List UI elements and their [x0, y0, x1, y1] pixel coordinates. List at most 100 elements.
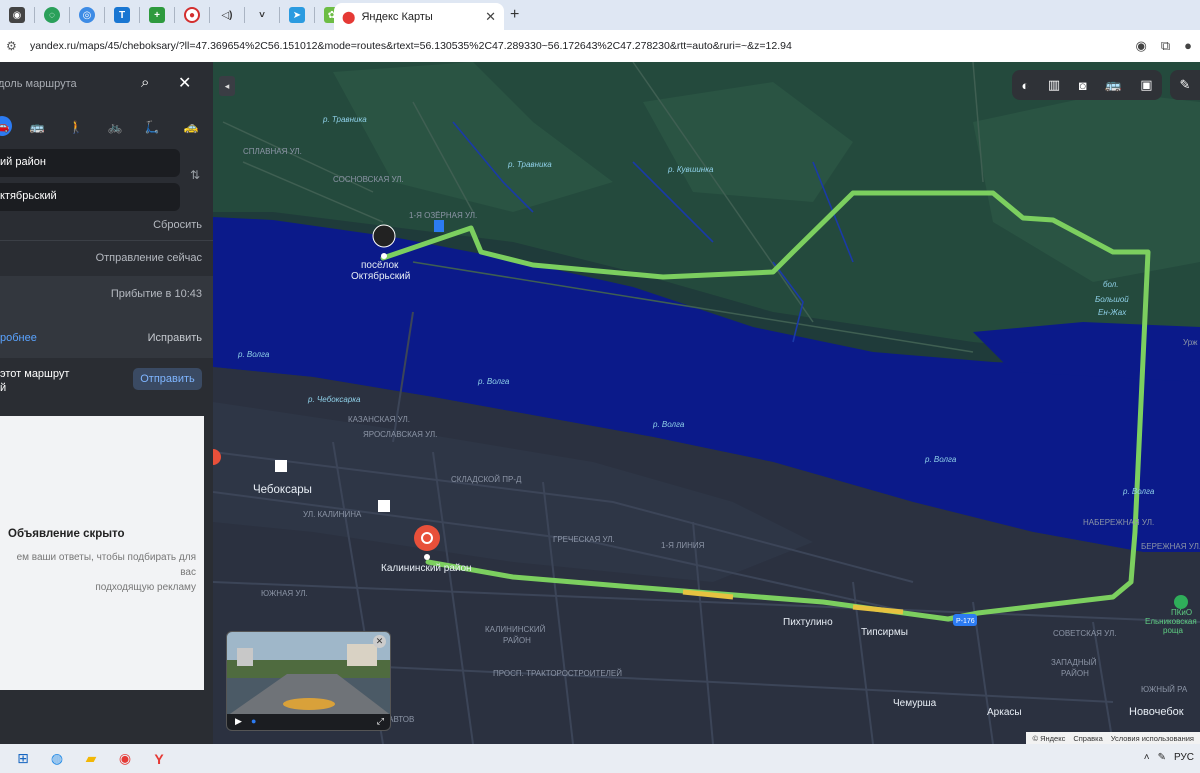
street-yaroslavskaya: ЯРОСЛАВСКАЯ УЛ. — [363, 430, 437, 439]
reset-button[interactable]: Сбросить — [153, 219, 202, 231]
departure-selector[interactable]: Отправление сейчас — [96, 252, 202, 264]
details-link[interactable]: робнее — [0, 332, 37, 344]
car-mode-icon[interactable]: 🚗 — [0, 116, 12, 136]
speaker-icon[interactable]: ◁) — [219, 7, 235, 23]
site-settings-icon[interactable]: ⚙ — [6, 39, 20, 53]
label-travnika-2: р. Травника — [507, 160, 552, 169]
red-ring-icon[interactable]: ● — [184, 7, 200, 23]
folder-icon[interactable]: ▰ — [80, 748, 102, 770]
search-icon[interactable]: ⌕ — [141, 74, 149, 91]
new-tab-button[interactable]: + — [510, 6, 519, 24]
play-icon[interactable]: ▶ — [235, 716, 242, 727]
green-circle-icon[interactable]: ◌ — [44, 7, 60, 23]
install-icon[interactable]: ⧉ — [1161, 38, 1170, 54]
label-r176: Р-176 — [956, 618, 975, 625]
profile-icon[interactable]: ● — [1184, 38, 1192, 54]
url-field[interactable]: yandex.ru/maps/45/cheboksary/?ll=47.3696… — [30, 40, 792, 52]
tray-chevron-icon[interactable]: ˄ — [1144, 752, 1150, 763]
street-kalinina: УЛ. КАЛИНИНА — [303, 510, 362, 519]
input-language[interactable]: РУС — [1174, 752, 1194, 763]
label-kalininsky: Калининский район — [381, 563, 472, 574]
label-zapadny-1: ЗАПАДНЫЙ — [1051, 658, 1097, 667]
chevron-icon[interactable]: ˅ — [254, 7, 270, 23]
send-button[interactable]: Отправить — [133, 368, 202, 390]
label-kuvshinka: р. Кувшинка — [667, 165, 714, 174]
tab-close-button[interactable]: ✕ — [485, 9, 496, 25]
fix-button[interactable]: Исправить — [148, 332, 202, 344]
tab-title: Яндекс Карты — [361, 10, 433, 23]
label-travnika-1: р. Травника — [322, 115, 367, 124]
label-arkasy: Аркасы — [987, 707, 1022, 718]
label-bol-3: Ен-Жах — [1098, 308, 1127, 317]
label-poselok-2: Октябрьский — [351, 270, 410, 282]
label-cheboksarka: р. Чебоксарка — [307, 395, 361, 404]
yandex-browser-icon[interactable]: Y — [148, 748, 170, 770]
progress-dot-icon: ● — [251, 716, 257, 726]
search-input[interactable]: доль маршрута — [0, 78, 77, 90]
t-app-icon[interactable]: T — [114, 7, 130, 23]
map-pin-icon: ⬤ — [342, 9, 356, 24]
label-tipsirmy: Типсирмы — [861, 627, 908, 638]
copyright-terms[interactable]: Условия использования — [1111, 734, 1194, 743]
arrival-time: Прибытие в 10:43 — [110, 288, 202, 300]
ruler-icon[interactable]: ✎ — [1170, 70, 1200, 100]
label-novocheb: Новочебок — [1129, 706, 1184, 718]
fullscreen-icon[interactable]: ⤢ — [377, 716, 384, 727]
label-bol-1: бол. — [1103, 280, 1119, 289]
map-mode-icon[interactable]: ▥ — [1048, 77, 1060, 93]
panorama-preview[interactable]: ✕ ▶ ● ⤢ — [226, 631, 391, 731]
label-volga-1: р. Волга — [477, 377, 510, 386]
map-tools: ◐ ▥ ◙ 🚌 ▣ — [1012, 70, 1162, 100]
share-subtitle: й — [0, 382, 7, 394]
share-route-row: этот маршрут й Отправить — [0, 358, 213, 404]
label-zapadny-2: РАЙОН — [1061, 669, 1089, 678]
walk-mode-icon[interactable]: 🚶 — [65, 116, 87, 138]
scooter-mode-icon[interactable]: 🛴 — [141, 116, 163, 138]
label-kal-district-2: РАЙОН — [503, 636, 531, 645]
blue-ring-icon[interactable]: ◎ — [79, 7, 95, 23]
route-card[interactable]: Прибытие в 10:43 робнее Исправить — [0, 276, 213, 358]
pen-icon[interactable]: ✎ — [1158, 752, 1166, 763]
bike-mode-icon[interactable]: 🚲 — [104, 116, 126, 138]
share-title: этот маршрут — [0, 368, 70, 380]
camera-icon[interactable]: ◉ — [9, 7, 25, 23]
transit-icon[interactable]: 🚌 — [1105, 77, 1121, 93]
ad-subtitle-line2: подходящую рекламу — [95, 582, 196, 593]
bus-mode-icon[interactable]: 🚌 — [26, 116, 48, 138]
location-icon[interactable]: ◉ — [1136, 38, 1147, 54]
copyright-yandex[interactable]: © Яндекс — [1032, 734, 1065, 743]
street-skladskaya: СКЛАДСКОЙ ПР-Д — [451, 475, 522, 484]
address-bar: ⚙ yandex.ru/maps/45/cheboksary/?ll=47.36… — [0, 30, 1200, 62]
collapse-panel-button[interactable]: ◂ — [219, 76, 235, 96]
label-volga-4: р. Волга — [1122, 487, 1155, 496]
label-volga-5: р. Волга — [237, 350, 270, 359]
transport-modes: 🚗 🚌 🚶 🚲 🛴 🚕 — [0, 114, 213, 140]
close-icon[interactable]: ✕ — [178, 73, 191, 93]
ad-subtitle-line1: ем ваши ответы, чтобы подбирать для вас — [16, 552, 196, 578]
street-naberezhnaya: НАБЕРЕЖНАЯ УЛ. — [1083, 518, 1154, 527]
label-park-1: ПКиО — [1171, 608, 1192, 617]
windows-start-icon[interactable]: ⊞ — [12, 748, 34, 770]
traffic-icon[interactable]: ▣ — [1140, 77, 1152, 93]
panorama-close-icon[interactable]: ✕ — [373, 635, 386, 648]
label-urzh: Урж — [1183, 338, 1198, 347]
os-taskbar: ⊞ ◍ ▰ ◉ Y ˄ ✎ РУС — [0, 744, 1200, 773]
route-to-field[interactable]: ктябрьский — [0, 183, 180, 211]
ad-title: Объявление скрыто — [8, 528, 125, 540]
route-from-field[interactable]: ий район — [0, 149, 180, 177]
chrome-icon[interactable]: ◉ — [114, 748, 136, 770]
panorama-icon[interactable]: ◙ — [1079, 78, 1087, 93]
street-1ya-liniya: 1-Я ЛИНИЯ — [661, 541, 705, 550]
plus-app-icon[interactable]: + — [149, 7, 165, 23]
route-search: доль маршрута ⌕ ✕ — [0, 70, 213, 100]
copyright-help[interactable]: Справка — [1073, 734, 1102, 743]
taxi-mode-icon[interactable]: 🚕 — [180, 116, 202, 138]
layers-icon[interactable]: ◐ — [1021, 78, 1029, 93]
swap-icon[interactable]: ⇅ — [190, 168, 200, 182]
tab-yandex-maps[interactable]: ⬤ Яндекс Карты ✕ — [334, 3, 504, 30]
browser-tab-bar: ◉ ◌ ◎ T + ● ◁) ˅ ➤ ✿ ⬤ Яндекс Карты ✕ + — [0, 0, 1200, 30]
edge-icon[interactable]: ◍ — [46, 748, 68, 770]
map-canvas[interactable]: посёлок Октябрьский Чебоксары Калинински… — [213, 62, 1200, 744]
route-panel: доль маршрута ⌕ ✕ 🚗 🚌 🚶 🚲 🛴 🚕 ий район к… — [0, 62, 213, 744]
telegram-icon[interactable]: ➤ — [289, 7, 305, 23]
